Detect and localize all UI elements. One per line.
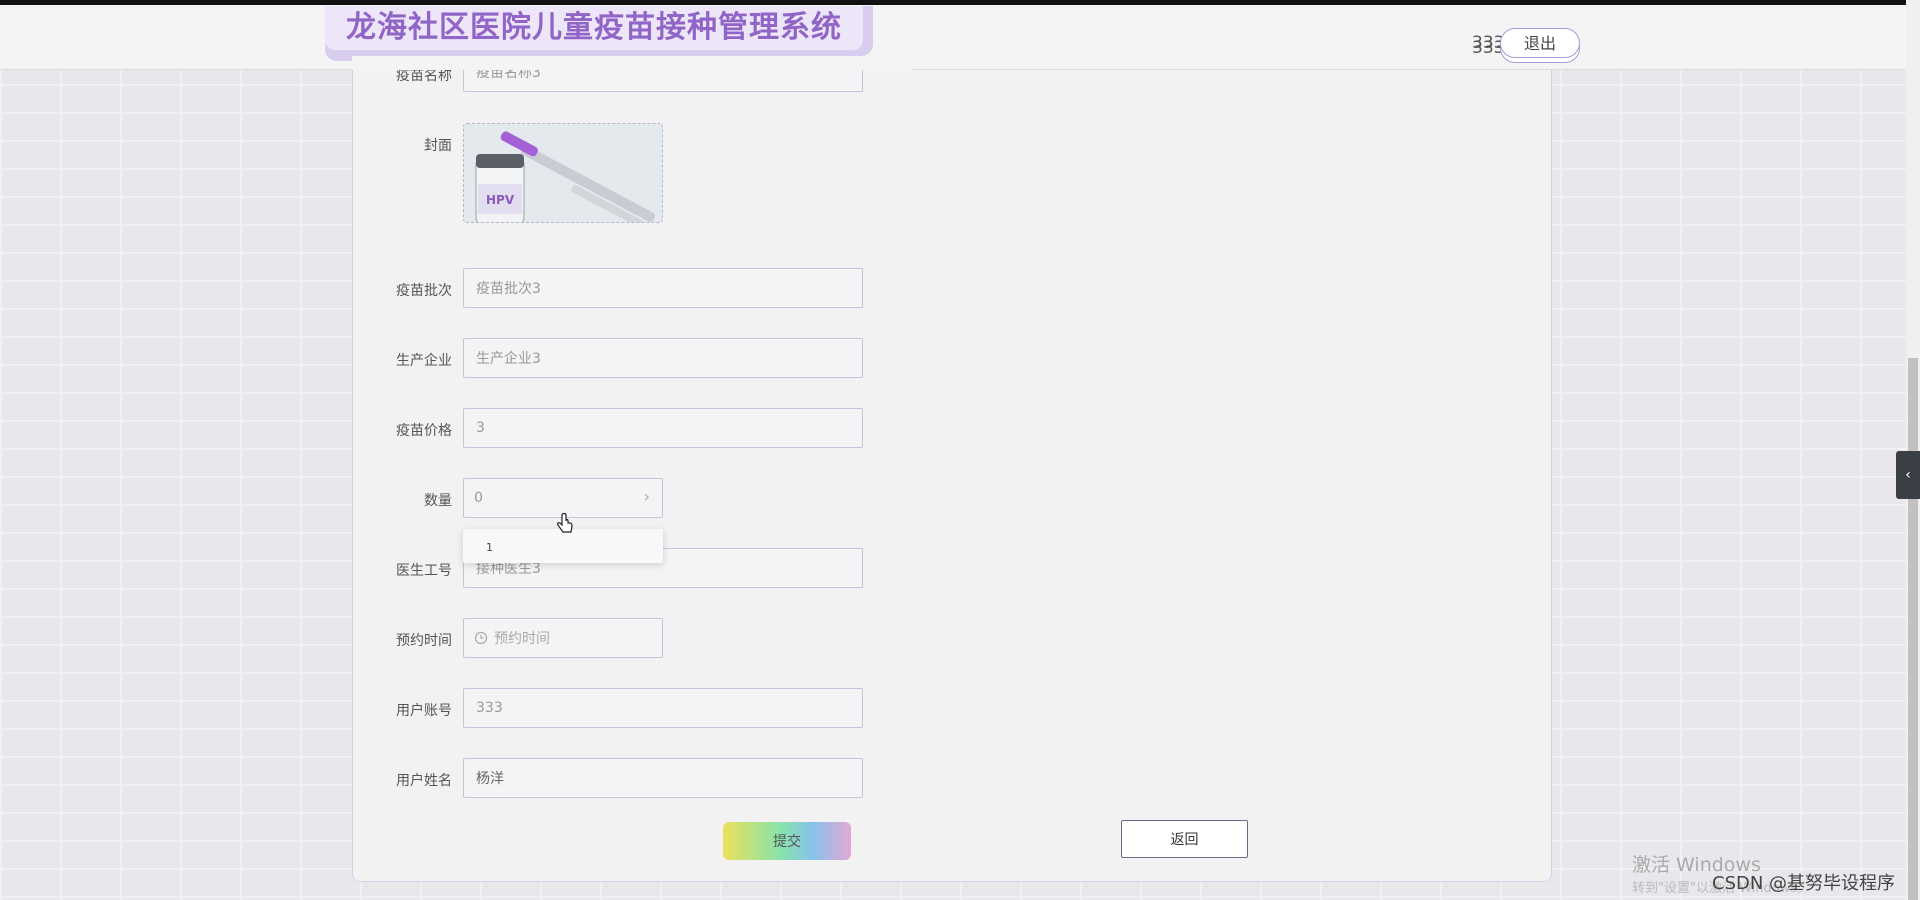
batch-label: 疫苗批次 xyxy=(396,283,452,299)
user-name-label: 用户姓名 xyxy=(396,773,452,789)
quantity-value: 0 xyxy=(474,490,483,506)
logout-button-overlay[interactable]: 退出 xyxy=(1500,28,1580,58)
manufacturer-value: 生产企业3 xyxy=(476,351,541,367)
vaccine-image: HPV xyxy=(464,124,662,222)
price-input[interactable]: 3 xyxy=(463,408,863,448)
price-label: 疫苗价格 xyxy=(396,423,452,439)
user-account-input[interactable]: 333 xyxy=(463,688,863,728)
user-name-input[interactable]: 杨洋 xyxy=(463,758,863,798)
manufacturer-label: 生产企业 xyxy=(396,353,452,369)
chevron-right-icon: › xyxy=(643,487,650,506)
scrollbar-thumb[interactable] xyxy=(1908,358,1918,900)
side-collapse-tab[interactable]: ‹ xyxy=(1896,451,1920,499)
manufacturer-input[interactable]: 生产企业3 xyxy=(463,338,863,378)
top-bar: 龙海社区医院儿童疫苗接种管理系统 333 退出 xyxy=(0,0,1906,70)
quantity-option[interactable]: 1 xyxy=(486,541,493,554)
doctor-id-label: 医生工号 xyxy=(396,563,452,579)
user-account-value: 333 xyxy=(476,700,503,716)
appointment-time-label: 预约时间 xyxy=(396,633,452,649)
price-value: 3 xyxy=(476,420,485,436)
cover-image-text: HPV xyxy=(486,193,515,207)
quantity-select[interactable]: 0 › xyxy=(463,478,663,518)
clock-icon xyxy=(474,631,488,645)
batch-input[interactable]: 疫苗批次3 xyxy=(463,268,863,308)
cover-label: 封面 xyxy=(424,138,452,154)
quantity-label: 数量 xyxy=(424,493,452,509)
appointment-time-placeholder: 预约时间 xyxy=(494,631,550,647)
page-title-overlay: 龙海社区医院儿童疫苗接种管理系统 xyxy=(325,6,863,50)
appointment-time-picker[interactable]: 预约时间 xyxy=(463,618,663,658)
csdn-watermark: CSDN @基努毕设程序 xyxy=(1712,873,1896,894)
hand-cursor-icon xyxy=(557,512,573,533)
chevron-left-icon: ‹ xyxy=(1905,467,1911,483)
cover-image-upload[interactable]: HPV xyxy=(463,123,663,223)
batch-value: 疫苗批次3 xyxy=(476,281,541,297)
user-name-value: 杨洋 xyxy=(476,771,504,787)
submit-button[interactable]: 提交 xyxy=(723,822,851,860)
title-banner-shadow: 龙海社区医院儿童疫苗接种管理系统 xyxy=(325,6,873,56)
user-account-label: 用户账号 xyxy=(396,703,452,719)
back-button[interactable]: 返回 xyxy=(1121,820,1248,858)
